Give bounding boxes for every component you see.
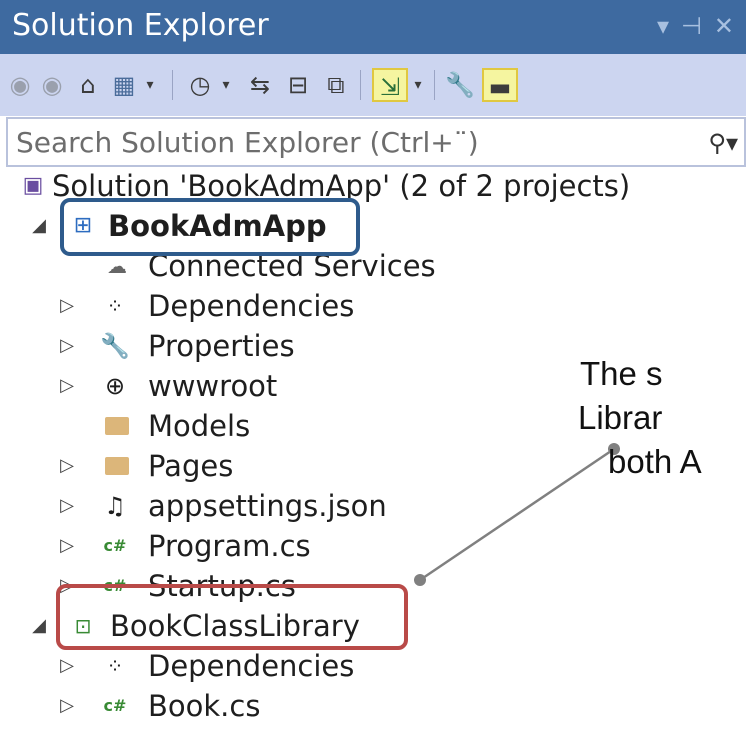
- callout-line: Librar: [578, 399, 663, 436]
- callout-text: The s Librar both A: [568, 352, 746, 484]
- callout-line: The s: [580, 355, 663, 392]
- solution-explorer-panel: Solution Explorer ▾⊣✕ ◉ ◉ ⌂ ▦ ▾ ◷ ▾ ⇆ ⊟ …: [0, 0, 746, 734]
- callout-line: both A: [608, 443, 702, 480]
